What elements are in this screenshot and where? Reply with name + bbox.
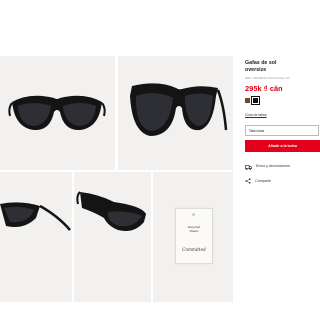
product-photo-tag[interactable]: Recycled Plastic Committed <box>153 172 233 302</box>
product-reference: REF. 33069015-MCCAOGG-LR <box>245 76 290 81</box>
delivery-truck-icon <box>245 165 252 171</box>
share-link[interactable]: Compartir <box>245 178 320 184</box>
tag-text-plastic: Plastic <box>189 229 199 233</box>
shipping-returns-link[interactable]: Envío y devoluciones <box>245 164 320 171</box>
sunglasses-side-image <box>0 202 71 231</box>
product-photo-front[interactable] <box>0 56 115 170</box>
product-photo-detail[interactable] <box>74 172 151 302</box>
add-to-bag-label: Añadir a la bolsa <box>268 144 297 149</box>
product-photo-side[interactable] <box>0 172 72 302</box>
tag-brand-logo: Committed <box>182 247 206 252</box>
share-label: Compartir <box>255 178 271 183</box>
shipping-returns-label: Envío y devoluciones <box>256 164 290 169</box>
product-title-line2: oversize <box>245 66 267 73</box>
size-selector[interactable]: Talla única <box>245 125 319 137</box>
add-to-bag-button[interactable]: Añadir a la bolsa <box>245 140 320 153</box>
share-icon <box>245 178 251 184</box>
sunglasses-angle-image <box>130 83 228 136</box>
sunglasses-detail-image <box>76 191 146 231</box>
sunglasses-front-image <box>8 95 106 131</box>
product-photo-angle[interactable] <box>118 56 233 170</box>
product-title-line1: Gafas de sol <box>245 60 277 66</box>
product-info-panel: Gafas de sol oversize REF. 33069015-MCCA… <box>245 60 320 184</box>
tag-hole-icon <box>192 213 195 216</box>
size-guide-link[interactable]: Guía de tallas <box>245 113 267 117</box>
size-selected-value: Talla única <box>249 128 265 133</box>
product-price: 295k ₫ căn <box>245 84 283 94</box>
recycled-tag-card: Recycled Plastic Committed <box>175 208 213 264</box>
